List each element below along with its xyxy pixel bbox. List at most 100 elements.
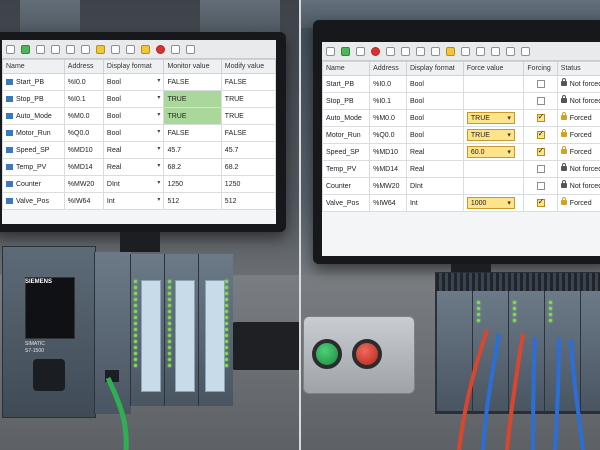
grid-icon[interactable] <box>171 44 180 54</box>
cell-display-format[interactable]: Bool <box>102 73 165 91</box>
cell-display-format[interactable]: Bool <box>102 90 165 108</box>
cut-icon[interactable] <box>66 44 75 54</box>
cell-display-format[interactable]: Bool <box>102 107 165 125</box>
cell-modify-value[interactable]: FALSE <box>220 73 276 91</box>
play-icon[interactable] <box>341 46 350 56</box>
cell-forcing[interactable] <box>523 92 558 110</box>
search-icon[interactable] <box>401 46 410 56</box>
play-icon[interactable] <box>21 44 30 54</box>
table-row[interactable]: Stop_PB%I0.1BoolTRUETRUE <box>2 90 276 108</box>
table-row[interactable]: Valve_Pos%IW64Int1000 Forced <box>322 194 600 212</box>
table-row[interactable]: Counter %MW20 DInt Not forced <box>322 177 600 195</box>
force-value-dropdown[interactable]: 60.0 <box>466 146 515 158</box>
cell-forcing[interactable] <box>523 126 558 144</box>
cell-forcing[interactable] <box>523 160 558 178</box>
forcing-checkbox[interactable] <box>536 129 545 139</box>
cell-modify-value[interactable]: 512 <box>220 192 276 210</box>
cell-force-value[interactable] <box>462 75 525 93</box>
force-icon[interactable] <box>446 46 455 56</box>
forcing-checkbox[interactable] <box>536 97 545 105</box>
cell-forcing[interactable] <box>523 143 558 161</box>
cell-display-format[interactable]: Bool <box>102 124 165 142</box>
table-row[interactable]: Auto_Mode%M0.0BoolTRUETRUE <box>2 107 276 125</box>
modify-icon[interactable] <box>141 44 150 54</box>
force-value-dropdown[interactable]: TRUE <box>466 112 515 124</box>
forcing-checkbox[interactable] <box>536 182 545 190</box>
stop-icon[interactable] <box>371 46 380 56</box>
zoom-icon[interactable] <box>476 46 485 56</box>
cell-forcing[interactable] <box>523 75 558 93</box>
cell-display-format[interactable]: DInt <box>102 175 165 193</box>
stop-icon[interactable] <box>156 44 165 54</box>
forcing-checkbox[interactable] <box>536 80 545 88</box>
cell-display-format[interactable]: Real <box>102 141 165 159</box>
cell-display-format[interactable]: Real <box>102 158 165 176</box>
table-row[interactable]: Temp_PV %MD14 Real Not forced <box>322 160 600 178</box>
cell-modify-value[interactable]: TRUE <box>220 90 276 108</box>
tools-icon[interactable] <box>416 46 425 56</box>
cell-forcing[interactable] <box>523 194 558 212</box>
io-module <box>164 254 199 406</box>
table-icon[interactable] <box>461 46 470 56</box>
save-icon[interactable] <box>326 46 335 56</box>
copy-icon[interactable] <box>386 46 395 56</box>
cell-force-value[interactable] <box>462 92 525 110</box>
table-icon[interactable] <box>126 44 135 54</box>
table-row[interactable]: Start_PB %I0.0 Bool Not forced <box>322 75 600 93</box>
cell-modify-value[interactable]: 45.7 <box>220 141 276 159</box>
cell-forcing[interactable] <box>523 109 558 127</box>
forcing-checkbox[interactable] <box>536 197 545 207</box>
close-icon[interactable] <box>521 46 530 56</box>
copy-icon[interactable] <box>51 44 60 54</box>
cell-modify-value[interactable]: 1250 <box>220 175 276 193</box>
forcing-checkbox[interactable] <box>536 146 545 156</box>
table-row[interactable]: Valve_Pos%IW64Int512512 <box>2 192 276 210</box>
force-value-dropdown[interactable]: TRUE <box>466 129 515 141</box>
green-pushbutton[interactable] <box>312 339 342 369</box>
forcing-checkbox[interactable] <box>536 165 545 173</box>
led-strip <box>549 301 553 322</box>
table-row[interactable]: Counter%MW20DInt12501250 <box>2 175 276 193</box>
cell-modify-value[interactable]: FALSE <box>220 124 276 142</box>
filter-icon[interactable] <box>186 44 195 54</box>
red-pushbutton[interactable] <box>352 339 382 369</box>
cell-force-value[interactable]: 60.0 <box>462 143 525 161</box>
paste-icon[interactable] <box>431 46 440 56</box>
status-text: Not forced <box>569 165 600 173</box>
cell-force-value[interactable]: 1000 <box>462 194 525 212</box>
table-row[interactable]: Speed_SP%MD10Real60.0 Forced <box>322 143 600 161</box>
cell-force-value[interactable] <box>462 160 525 178</box>
cell-address: %I0.1 <box>63 90 104 108</box>
cell-name: Motor_Run <box>2 124 65 142</box>
cell-force-value[interactable] <box>462 177 525 195</box>
cell-modify-value[interactable]: 68.2 <box>220 158 276 176</box>
cell-display-format[interactable]: Int <box>102 192 165 210</box>
cell-modify-value[interactable]: TRUE <box>220 107 276 125</box>
table-row[interactable]: Auto_Mode%M0.0BoolTRUE Forced <box>322 109 600 127</box>
plc-dpad[interactable] <box>33 359 65 391</box>
cell-force-value[interactable]: TRUE <box>462 109 525 127</box>
table-row[interactable]: Motor_Run%Q0.0BoolFALSEFALSE <box>2 124 276 142</box>
force-value-dropdown[interactable]: 1000 <box>466 197 515 209</box>
edit-icon[interactable] <box>506 46 515 56</box>
refresh-icon[interactable] <box>81 44 90 54</box>
table-row[interactable]: Stop_PB %I0.1 Bool Not forced <box>322 92 600 110</box>
folder-icon[interactable] <box>36 44 45 54</box>
force-icon[interactable] <box>96 44 105 54</box>
cell-force-value[interactable]: TRUE <box>462 126 525 144</box>
forcing-checkbox[interactable] <box>536 112 545 122</box>
settings-icon[interactable] <box>491 46 500 56</box>
save-icon[interactable] <box>6 44 15 54</box>
monitor-icon[interactable] <box>111 44 120 54</box>
table-row[interactable]: Temp_PV%MD14Real68.268.2 <box>2 158 276 176</box>
lock-icon <box>560 163 567 172</box>
tag-icon <box>6 146 13 153</box>
header-modify-value: Modify value <box>220 59 276 74</box>
left-monitor: Name Address Display format Monitor valu… <box>0 32 286 232</box>
left-monitor-screen: Name Address Display format Monitor valu… <box>2 40 276 224</box>
cell-forcing[interactable] <box>523 177 558 195</box>
table-row[interactable]: Start_PB%I0.0BoolFALSEFALSE <box>2 73 276 91</box>
table-row[interactable]: Speed_SP%MD10Real45.745.7 <box>2 141 276 159</box>
pause-icon[interactable] <box>356 46 365 56</box>
table-row[interactable]: Motor_Run%Q0.0BoolTRUE Forced <box>322 126 600 144</box>
